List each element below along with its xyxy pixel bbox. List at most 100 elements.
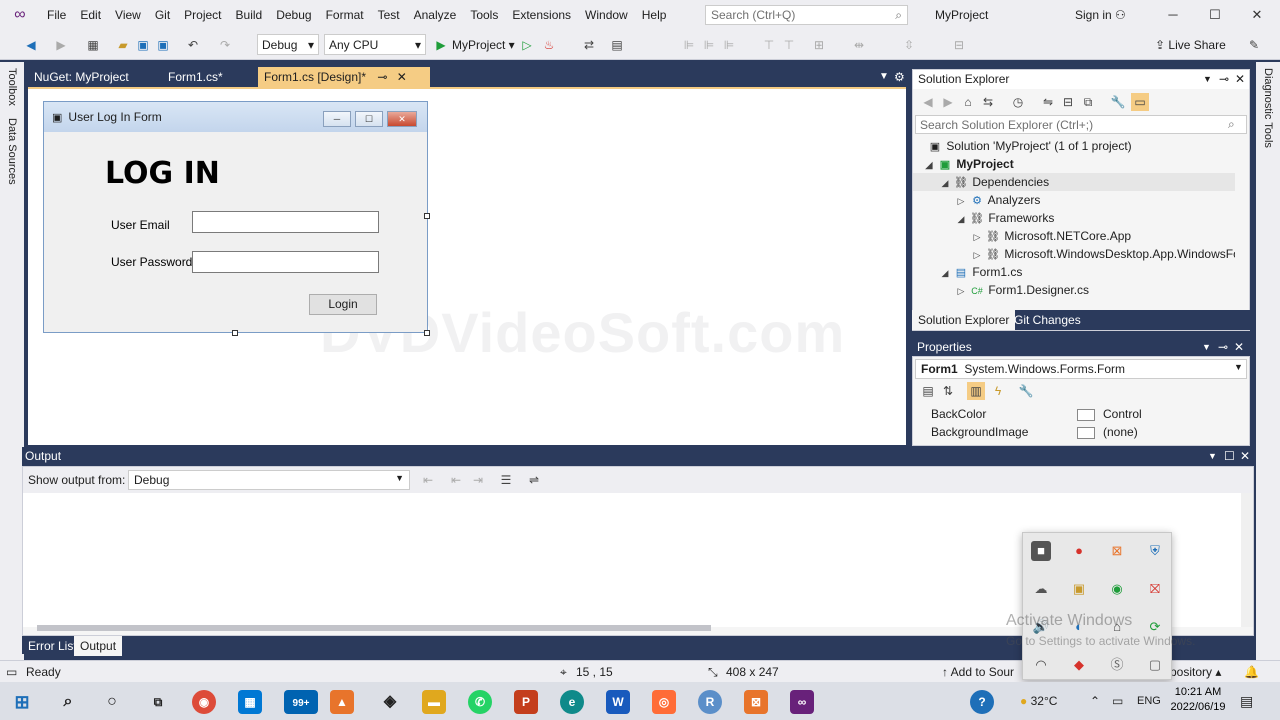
collapsed-triangle-icon[interactable]: ▷ <box>969 228 985 246</box>
powerpoint-taskbar-icon[interactable]: P <box>514 690 538 714</box>
word-taskbar-icon[interactable]: W <box>606 690 630 714</box>
vertical-spacing-icon[interactable]: ⇳ <box>900 36 918 54</box>
menu-extensions[interactable]: Extensions <box>505 0 578 30</box>
tree-item-form1-cs[interactable]: ◢ ▤ Form1.cs <box>913 263 1235 281</box>
show-all-files-icon[interactable]: ⧉ <box>1079 93 1097 111</box>
tree-item-myproject[interactable]: ◢ ▣ MyProject <box>913 155 1235 173</box>
tree-item-form1-designer[interactable]: ▷ C# Form1.Designer.cs <box>913 281 1235 297</box>
run-target-button[interactable]: MyProject ▾ <box>452 30 515 60</box>
r-taskbar-icon[interactable]: R <box>698 690 722 714</box>
navigate-forward-icon[interactable]: ▶ <box>52 36 70 54</box>
weather-widget[interactable]: ● 32°C <box>1020 682 1057 720</box>
chrome-icon[interactable]: ◉ <box>1107 579 1127 599</box>
taskbar-clock[interactable]: 10:21 AM 2022/06/19 <box>1170 685 1226 715</box>
pin-icon[interactable]: ⊸ <box>1219 70 1229 89</box>
menu-build[interactable]: Build <box>229 0 270 30</box>
menu-view[interactable]: View <box>108 0 148 30</box>
form-minimize-button[interactable]: ─ <box>323 111 351 127</box>
expanded-triangle-icon[interactable]: ◢ <box>921 156 937 174</box>
close-icon[interactable]: ✕ <box>1235 70 1245 89</box>
cortana-icon[interactable]: ○ <box>100 690 124 714</box>
security-icon[interactable]: ⛨ <box>1145 541 1165 561</box>
panel-menu-icon[interactable]: ▼ <box>1203 70 1212 89</box>
menu-project[interactable]: Project <box>177 0 228 30</box>
open-folder-icon[interactable]: ▰ <box>114 36 132 54</box>
visual-studio-taskbar-icon[interactable]: ∞ <box>790 690 814 714</box>
action-center-icon[interactable]: ▤ <box>1240 682 1253 720</box>
close-icon[interactable]: ✕ <box>1234 338 1244 356</box>
menu-analyze[interactable]: Analyze <box>407 0 464 30</box>
whatsapp-taskbar-icon[interactable]: ✆ <box>468 690 492 714</box>
add-to-source-control-button[interactable]: ↑ Add to Sour <box>942 661 1014 683</box>
menu-git[interactable]: Git <box>148 0 177 30</box>
solution-search-input[interactable]: Search Solution Explorer (Ctrl+;) ⌕ <box>915 115 1247 134</box>
maximize-window-button[interactable]: ☐ <box>1194 0 1236 30</box>
chrome-taskbar-icon[interactable]: ◉ <box>192 690 216 714</box>
close-icon[interactable]: ✕ <box>1240 447 1250 466</box>
close-icon[interactable]: ✕ <box>397 70 407 84</box>
redo-icon[interactable]: ↷ <box>216 36 234 54</box>
vertical-scrollbar[interactable] <box>1241 493 1253 627</box>
properties-object-selector[interactable]: Form1 System.Windows.Forms.Form ▼ <box>915 359 1247 379</box>
expanded-triangle-icon[interactable]: ◢ <box>937 264 953 282</box>
property-row-backgroundimage[interactable]: BackgroundImage (none) <box>915 423 1237 441</box>
onedrive-icon[interactable]: ☁ <box>1031 579 1051 599</box>
collapse-all-icon[interactable]: ⊟ <box>1059 93 1077 111</box>
collapsed-triangle-icon[interactable]: ▷ <box>969 246 985 264</box>
minimize-window-button[interactable]: ─ <box>1152 0 1194 30</box>
lock-icon[interactable]: ▣ <box>1069 579 1089 599</box>
find-message-icon[interactable]: ⇤ <box>419 471 437 489</box>
property-pages-icon[interactable]: 🔧 <box>1017 382 1035 400</box>
tab-overflow-icon[interactable]: ▼ <box>879 67 889 87</box>
user-password-input[interactable] <box>192 251 379 273</box>
collapsed-triangle-icon[interactable]: ▷ <box>953 282 969 297</box>
menu-format[interactable]: Format <box>319 0 371 30</box>
back-icon[interactable]: ◀ <box>919 93 937 111</box>
align-middles-icon[interactable]: ⊤ <box>780 36 798 54</box>
xampp-icon[interactable]: ⊠ <box>1107 541 1127 561</box>
properties-icon[interactable]: 🔧 <box>1109 93 1127 111</box>
tree-item-windowsdesktop-app[interactable]: ▷ ⛓ Microsoft.WindowsDesktop.App.WindowsF… <box>913 245 1235 263</box>
menu-window[interactable]: Window <box>578 0 635 30</box>
toolbox-tab[interactable]: Toolbox <box>6 68 18 106</box>
forward-icon[interactable]: ▶ <box>939 93 957 111</box>
panel-menu-icon[interactable]: ▼ <box>1208 447 1217 466</box>
menu-test[interactable]: Test <box>371 0 407 30</box>
tablet-mode-icon[interactable]: ▭ <box>1112 682 1123 720</box>
resize-handle-right[interactable] <box>424 213 430 219</box>
menu-help[interactable]: Help <box>635 0 674 30</box>
menu-tools[interactable]: Tools <box>463 0 505 30</box>
menu-file[interactable]: File <box>40 0 73 30</box>
save-icon[interactable]: ▣ <box>134 36 152 54</box>
pin-icon[interactable]: ⊸ <box>1218 338 1228 356</box>
align-centers-icon[interactable]: ⊫ <box>700 36 718 54</box>
tree-item-analyzers[interactable]: ▷ ⚙ Analyzers <box>913 191 1235 209</box>
search-input[interactable]: Search (Ctrl+Q) ⌕ <box>705 5 908 25</box>
form-preview-window[interactable]: ▣ User Log In Form ─ ☐ ✕ LOG IN User Ema… <box>43 101 428 333</box>
unity-taskbar-icon[interactable]: ◈ <box>378 690 402 714</box>
categorized-icon[interactable]: ▤ <box>919 382 937 400</box>
start-without-debugging-icon[interactable]: ▷ <box>518 36 536 54</box>
resize-handle-bottom[interactable] <box>232 330 238 336</box>
maximize-icon[interactable]: ☐ <box>1224 447 1235 466</box>
diagnostic-tools-tab[interactable]: Diagnostic Tools <box>1262 68 1274 148</box>
sign-in-link[interactable]: Sign in ⚇ <box>1075 0 1126 30</box>
xampp-taskbar-icon[interactable]: ⊠ <box>744 690 768 714</box>
language-indicator[interactable]: ENG <box>1137 682 1161 720</box>
panel-menu-icon[interactable]: ▼ <box>1202 338 1211 356</box>
user-email-input[interactable] <box>192 211 379 233</box>
stop-recording-icon[interactable]: ■ <box>1031 541 1051 561</box>
align-tops-icon[interactable]: ⊤ <box>760 36 778 54</box>
previous-message-icon[interactable]: ⇤ <box>447 471 465 489</box>
pending-changes-icon[interactable]: ◷ <box>1009 93 1027 111</box>
browser-link-icon[interactable]: ⇄ <box>580 36 598 54</box>
properties-view-icon[interactable]: ▥ <box>967 382 985 400</box>
settings-icon[interactable]: ⚙ <box>894 67 905 87</box>
live-share-button[interactable]: ⇪ Live Share <box>1155 30 1226 60</box>
expanded-triangle-icon[interactable]: ◢ <box>937 174 953 192</box>
resize-handle-corner[interactable] <box>424 330 430 336</box>
skype-icon[interactable]: Ⓢ <box>1107 655 1127 675</box>
pin-icon[interactable]: ⊸ <box>377 70 387 84</box>
postman-taskbar-icon[interactable]: ◎ <box>652 690 676 714</box>
center-horizontally-icon[interactable]: ⊟ <box>950 36 968 54</box>
